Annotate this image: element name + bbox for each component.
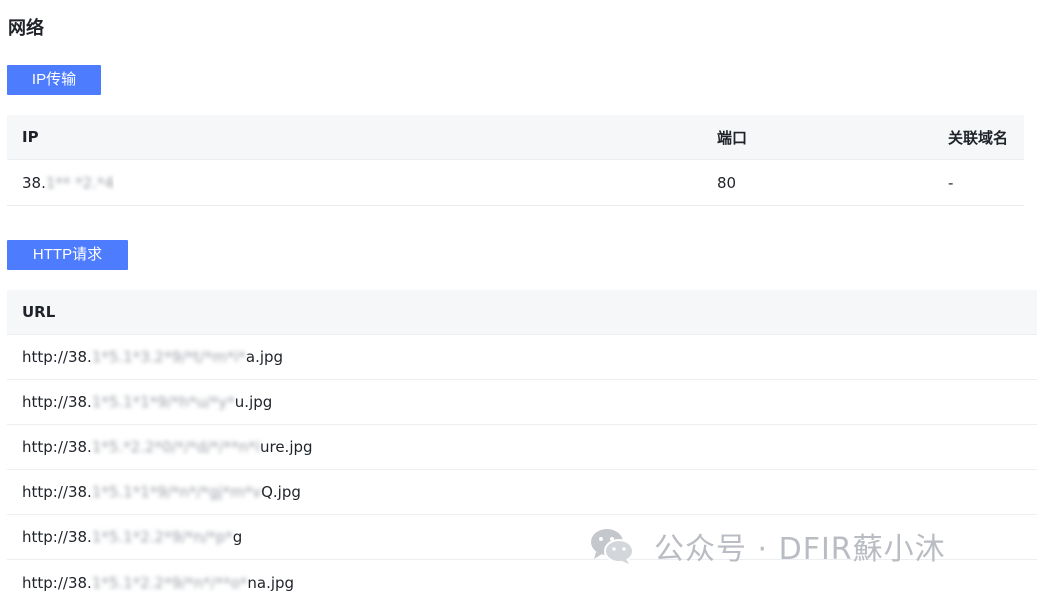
network-panel: 网络 IP传输 IP 端口 关联域名 38. 1** *2.*4 80 - HT…: [0, 0, 1045, 604]
url-suffix: Q.jpg: [261, 483, 301, 501]
domain-value: -: [948, 173, 954, 192]
url-suffix: u.jpg: [234, 393, 273, 411]
url-prefix: http://38.: [22, 393, 92, 411]
header-ip: IP: [22, 128, 39, 146]
section-title: 网络: [8, 18, 44, 39]
url-suffix: ure.jpg: [259, 438, 313, 456]
url-value: http://38. 1*5.1*2.2*9/*n*/**o* na.jpg: [22, 560, 294, 604]
url-value: http://38. 1*5.1*1*9/*n*/*gj*m*v Q.jpg: [22, 470, 301, 514]
watermark: 公众号 · DFIR蘇小沐: [588, 524, 946, 568]
wechat-icon: [591, 529, 634, 564]
table-row: 38. 1** *2.*4 80 -: [7, 160, 1024, 205]
url-value: http://38. 1*5.*2.2*0/*/*d/*/**n*i ure.j…: [22, 425, 313, 469]
url-masked: 1*5.*2.2*0/*/*d/*/**n*i: [91, 438, 260, 456]
url-value: http://38. 1*5.1*1*9/*h*u/*y* u.jpg: [22, 380, 272, 424]
url-masked: 1*5.1*1*9/*h*u/*y*: [91, 393, 235, 411]
http-request-tab[interactable]: HTTP请求: [7, 240, 128, 270]
ip-table: IP 端口 关联域名 38. 1** *2.*4 80 -: [7, 115, 1024, 206]
table-row: http://38. 1*5.*2.2*0/*/*d/*/**n*i ure.j…: [7, 425, 1037, 470]
url-value: http://38. 1*5.1*3.2*9/*t/*m*i* a.jpg: [22, 335, 283, 379]
url-value: http://38. 1*5.1*2.2*9/*n/*p* g: [22, 515, 242, 559]
url-masked: 1*5.1*3.2*9/*t/*m*i*: [91, 348, 246, 366]
ip-table-header: IP 端口 关联域名: [7, 115, 1024, 160]
header-domain: 关联域名: [948, 128, 1009, 147]
url-suffix: g: [232, 528, 243, 546]
ip-value: 38. 1** *2.*4: [22, 160, 114, 205]
url-suffix: na.jpg: [247, 573, 295, 592]
header-port: 端口: [717, 128, 748, 147]
url-masked: 1*5.1*1*9/*n*/*gj*m*v: [91, 483, 262, 501]
url-prefix: http://38.: [22, 528, 92, 546]
url-suffix: a.jpg: [245, 348, 284, 366]
url-masked: 1*5.1*2.2*9/*n/*p*: [91, 528, 233, 546]
ip-masked: 1** *2.*4: [45, 173, 115, 192]
url-prefix: http://38.: [22, 438, 92, 456]
ip-transfer-tab[interactable]: IP传输: [7, 65, 101, 95]
url-prefix: http://38.: [22, 348, 92, 366]
watermark-text: 公众号 · DFIR蘇小沐: [654, 532, 946, 567]
http-table-header: URL: [7, 290, 1037, 335]
table-row: http://38. 1*5.1*1*9/*n*/*gj*m*v Q.jpg: [7, 470, 1037, 515]
port-value: 80: [717, 173, 737, 192]
url-prefix: http://38.: [22, 483, 92, 501]
header-url: URL: [22, 303, 56, 321]
ip-prefix: 38.: [22, 173, 46, 192]
url-masked: 1*5.1*2.2*9/*n*/**o*: [91, 573, 248, 592]
table-row: http://38. 1*5.1*3.2*9/*t/*m*i* a.jpg: [7, 335, 1037, 380]
url-prefix: http://38.: [22, 573, 92, 592]
table-row: http://38. 1*5.1*1*9/*h*u/*y* u.jpg: [7, 380, 1037, 425]
